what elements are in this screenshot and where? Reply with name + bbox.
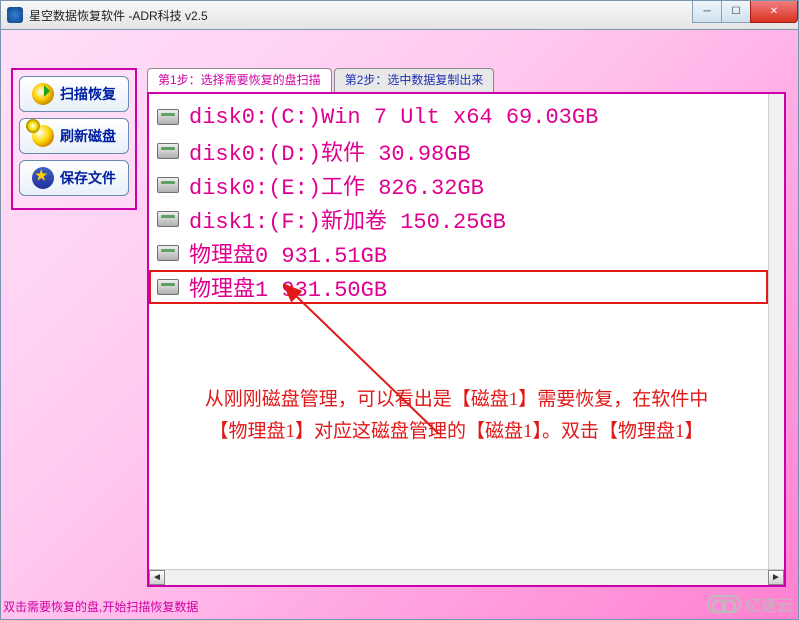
tab-strip: 第1步：选择需要恢复的盘扫描 第2步：选中数据复制出来	[147, 68, 786, 92]
window-title: 星空数据恢复软件 -ADR科技 v2.5	[29, 7, 208, 24]
annotation-line1: 从刚刚磁盘管理，可以看出是【磁盘1】需要恢复，在软件中	[165, 384, 748, 416]
disk-row[interactable]: disk0:(D:)软件 30.98GB	[149, 134, 768, 168]
save-label: 保存文件	[60, 168, 116, 188]
disk-label: disk1:(F:)新加卷 150.25GB	[189, 203, 506, 235]
annotation-line2: 【物理盘1】对应这磁盘管理的【磁盘1】。双击【物理盘1】	[165, 416, 748, 448]
disk-icon	[157, 279, 179, 295]
disk-icon	[157, 177, 179, 193]
disk-row[interactable]: 物理盘0 931.51GB	[149, 236, 768, 270]
disk-label: 物理盘1 931.50GB	[189, 271, 387, 303]
refresh-label: 刷新磁盘	[60, 126, 116, 146]
disk-icon	[157, 143, 179, 159]
disk-row-highlighted[interactable]: 物理盘1 931.50GB	[149, 270, 768, 304]
save-file-button[interactable]: 保存文件	[19, 160, 129, 196]
client-area: 扫描恢复 刷新磁盘 保存文件 第1步：选择需要恢复的盘扫描 第2步：选中数据复制…	[0, 30, 799, 620]
scan-icon	[32, 83, 54, 105]
refresh-disk-button[interactable]: 刷新磁盘	[19, 118, 129, 154]
close-button[interactable]: ✕	[750, 1, 798, 23]
maximize-button[interactable]: ☐	[721, 1, 751, 23]
disk-icon	[157, 245, 179, 261]
app-icon	[7, 7, 23, 23]
disk-label: 物理盘0 931.51GB	[189, 237, 387, 269]
disk-list: disk0:(C:)Win 7 Ult x64 69.03GB disk0:(D…	[149, 94, 768, 569]
scan-label: 扫描恢复	[60, 84, 116, 104]
annotation-text: 从刚刚磁盘管理，可以看出是【磁盘1】需要恢复，在软件中 【物理盘1】对应这磁盘管…	[165, 384, 748, 449]
vertical-scrollbar[interactable]	[768, 94, 784, 569]
scan-recover-button[interactable]: 扫描恢复	[19, 76, 129, 112]
disk-row[interactable]: disk0:(C:)Win 7 Ult x64 69.03GB	[149, 100, 768, 134]
horizontal-scrollbar[interactable]: ◄ ►	[149, 569, 784, 585]
scroll-left-icon[interactable]: ◄	[149, 570, 165, 585]
disk-label: disk0:(D:)软件 30.98GB	[189, 135, 471, 167]
status-bar: 双击需要恢复的盘,开始扫描恢复数据	[3, 598, 198, 615]
window-controls: ─ ☐ ✕	[693, 1, 798, 23]
disk-list-box: disk0:(C:)Win 7 Ult x64 69.03GB disk0:(D…	[147, 92, 786, 587]
scroll-right-icon[interactable]: ►	[768, 570, 784, 585]
tab-step2[interactable]: 第2步：选中数据复制出来	[334, 68, 495, 92]
disk-row[interactable]: disk1:(F:)新加卷 150.25GB	[149, 202, 768, 236]
main-panel: 第1步：选择需要恢复的盘扫描 第2步：选中数据复制出来 disk0:(C:)Wi…	[147, 68, 786, 587]
watermark: 亿速云	[707, 592, 793, 616]
sidebar: 扫描恢复 刷新磁盘 保存文件	[11, 68, 137, 210]
watermark-text: 亿速云	[745, 592, 793, 616]
watermark-logo-icon	[707, 595, 741, 613]
disk-icon	[157, 109, 179, 125]
tab-step1[interactable]: 第1步：选择需要恢复的盘扫描	[147, 68, 332, 92]
refresh-icon	[32, 125, 54, 147]
disk-row[interactable]: disk0:(E:)工作 826.32GB	[149, 168, 768, 202]
titlebar: 星空数据恢复软件 -ADR科技 v2.5 ─ ☐ ✕	[0, 0, 799, 30]
disk-icon	[157, 211, 179, 227]
disk-label: disk0:(C:)Win 7 Ult x64 69.03GB	[189, 105, 598, 130]
disk-label: disk0:(E:)工作 826.32GB	[189, 169, 484, 201]
minimize-button[interactable]: ─	[692, 1, 722, 23]
save-icon	[32, 167, 54, 189]
